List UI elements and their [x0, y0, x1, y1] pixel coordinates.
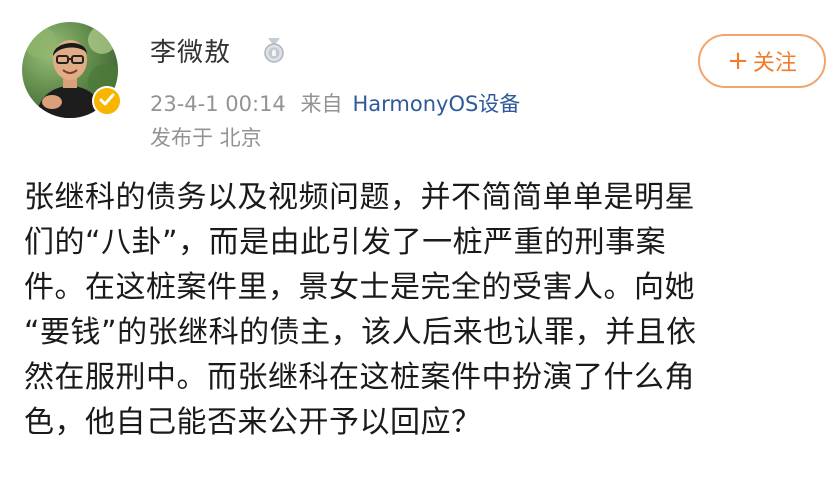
level-medal-icon	[260, 36, 288, 64]
author-name[interactable]: 李微敖	[150, 32, 231, 69]
verified-badge-icon	[92, 86, 122, 116]
post-line: 张继科的债务以及视频问题，并不简简单单是明星	[24, 180, 695, 215]
post-line: 件。在这桩案件里，景女士是完全的受害人。向她	[24, 270, 695, 305]
post-timestamp: 23-4-1 00:14	[150, 92, 286, 116]
device-link[interactable]: HarmonyOS设备	[352, 92, 520, 116]
plus-icon: +	[727, 46, 749, 76]
post-line: 色，他自己能否来公开予以回应？	[24, 405, 482, 440]
post-line: 然在服刑中。而张继科在这桩案件中扮演了什么角	[24, 360, 695, 395]
post-body: 张继科的债务以及视频问题，并不简简单单是明星 们的“八卦”，而是由此引发了一桩严…	[24, 175, 824, 445]
follow-label: 关注	[752, 51, 797, 76]
post-line: 们的“八卦”，而是由此引发了一桩严重的刑事案	[24, 225, 667, 260]
post-line: “要钱”的张继科的债主，该人后来也认罪，并且依	[24, 315, 697, 350]
source-prefix: 来自	[300, 92, 343, 116]
follow-button[interactable]: + 关注	[698, 34, 826, 88]
post-location: 发布于 北京	[150, 126, 262, 150]
post-meta: 23-4-1 00:14 来自 HarmonyOS设备	[150, 88, 520, 118]
